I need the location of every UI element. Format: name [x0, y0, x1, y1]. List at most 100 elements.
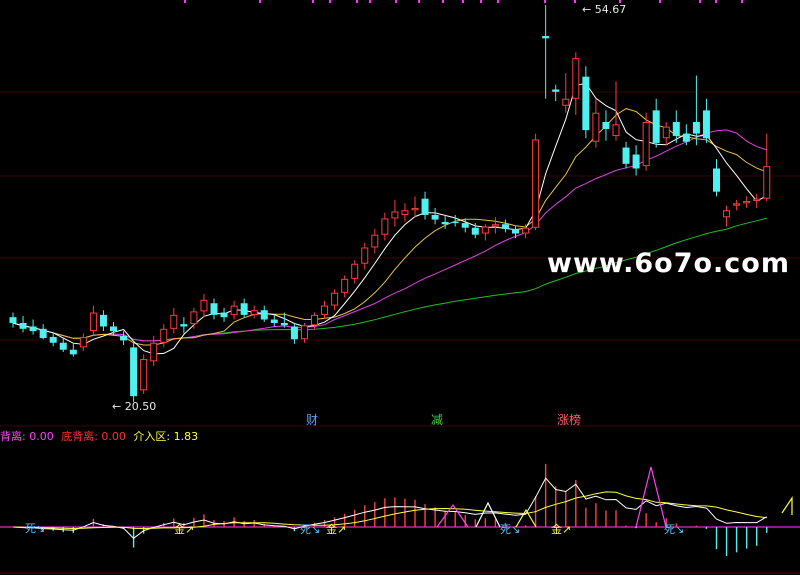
candle-body-62: [632, 154, 640, 169]
candle-body-45: [461, 223, 469, 228]
candle-body-7: [79, 336, 87, 348]
candle-body-35: [361, 247, 369, 264]
signal-gold-3: 金↗: [551, 523, 572, 536]
candle-body-12: [130, 347, 138, 397]
candle-body-0: [9, 317, 17, 323]
candle-body-57: [582, 76, 590, 131]
candle-body-31: [321, 305, 329, 315]
peak-triangle-3: [635, 466, 667, 528]
candle-body-50: [512, 228, 519, 234]
signal-death-1: 死↘: [25, 522, 46, 535]
candle-body-67: [682, 133, 690, 142]
signal-death-2: 死↘: [300, 523, 321, 536]
candle-body-46: [471, 227, 479, 235]
candle-body-3: [39, 328, 47, 339]
candle-body-22: [230, 305, 238, 315]
candle-body-24: [250, 310, 258, 315]
candle-body-72: [733, 203, 741, 206]
legend-divergence: 背离: 0.00: [0, 430, 54, 443]
candle-body-18: [190, 311, 198, 325]
signal-gold-1: 金↗: [174, 523, 195, 536]
candle-body-65: [662, 126, 670, 139]
candle-body-38: [391, 211, 399, 219]
candle-body-66: [672, 121, 680, 136]
candle-body-71: [723, 210, 731, 218]
candle-body-69: [702, 110, 710, 139]
candle-body-40: [411, 207, 419, 211]
candle-body-59: [602, 121, 610, 129]
candle-body-28: [290, 326, 298, 340]
candle-body-32: [331, 292, 339, 306]
signal-gold-2: 金↗: [326, 523, 347, 536]
signal-death-4: 死↘: [664, 523, 685, 536]
candle-body-37: [381, 218, 389, 235]
candle-body-41: [421, 198, 429, 215]
indicator-legend: 背离: 0.00 底背离: 0.00 介入区: 1.83: [0, 428, 202, 444]
candle-body-36: [371, 234, 379, 248]
candle-body-27: [280, 322, 288, 326]
chart-stage: ← 54.67 ← 20.50 www.6o7o.com 财 减 涨榜 背离: …: [0, 0, 800, 575]
candle-body-2: [29, 326, 37, 332]
candle-body-60: [612, 124, 620, 136]
candle-body-61: [622, 147, 630, 164]
candle-body-53: [542, 36, 550, 39]
candle-body-14: [150, 342, 158, 362]
candle-body-25: [260, 310, 268, 320]
candle-body-58: [592, 112, 600, 142]
candle-body-54: [552, 89, 560, 92]
candle-body-30: [311, 314, 318, 326]
candle-body-64: [652, 110, 660, 143]
candle-body-55: [562, 98, 570, 106]
candle-body-51: [522, 227, 530, 234]
candle-body-48: [491, 224, 499, 227]
candle-body-47: [481, 226, 489, 234]
legend-entry-zone: 介入区: 1.83: [133, 430, 199, 443]
candle-body-68: [692, 121, 700, 134]
indicator-fast-line: [12, 477, 768, 539]
candle-body-34: [351, 263, 359, 279]
indicator-slow-line: [12, 491, 767, 530]
candle-body-42: [431, 214, 439, 220]
signal-death-3: 死↘: [500, 523, 521, 536]
ma60-line: [12, 217, 767, 342]
candle-body-19: [200, 299, 208, 312]
candle-body-63: [642, 121, 650, 167]
candle-body-15: [160, 328, 168, 343]
candle-body-70: [713, 168, 720, 192]
candle-body-29: [300, 325, 308, 340]
event-tag-rank[interactable]: 涨榜: [557, 411, 581, 428]
candle-body-13: [140, 359, 148, 391]
candle-body-17: [180, 324, 188, 327]
legend-bottom-divergence: 底背离: 0.00: [61, 430, 126, 443]
candle-body-4: [49, 336, 57, 343]
low-price-label: ← 20.50: [112, 400, 157, 413]
candle-body-5: [59, 342, 67, 350]
candle-body-20: [210, 303, 218, 315]
candle-body-33: [341, 278, 349, 293]
peak-triangle-1: [475, 501, 501, 528]
kline-chart: [0, 0, 800, 574]
candle-body-6: [69, 349, 77, 355]
candle-body-49: [501, 224, 509, 229]
candle-body-75: [763, 166, 771, 199]
candle-body-73: [743, 201, 751, 204]
candle-body-43: [441, 221, 449, 225]
candle-body-52: [532, 139, 540, 228]
candle-body-21: [220, 312, 228, 318]
candle-body-1: [19, 322, 27, 329]
ma20-line: [12, 129, 767, 342]
watermark: www.6o7o.com: [547, 248, 790, 279]
candle-body-16: [170, 314, 178, 329]
event-tag-finance[interactable]: 财: [306, 411, 318, 428]
high-price-label: ← 54.67: [582, 3, 627, 16]
candle-body-26: [270, 319, 278, 323]
event-tag-reduce[interactable]: 减: [431, 411, 443, 428]
entry-zone-marker: [781, 496, 793, 515]
candle-body-44: [451, 221, 459, 224]
candle-body-56: [572, 58, 580, 99]
candle-body-39: [401, 210, 409, 215]
candle-body-8: [89, 312, 97, 332]
candle-body-10: [110, 326, 117, 332]
candle-body-23: [240, 303, 248, 315]
candle-body-11: [120, 335, 128, 341]
